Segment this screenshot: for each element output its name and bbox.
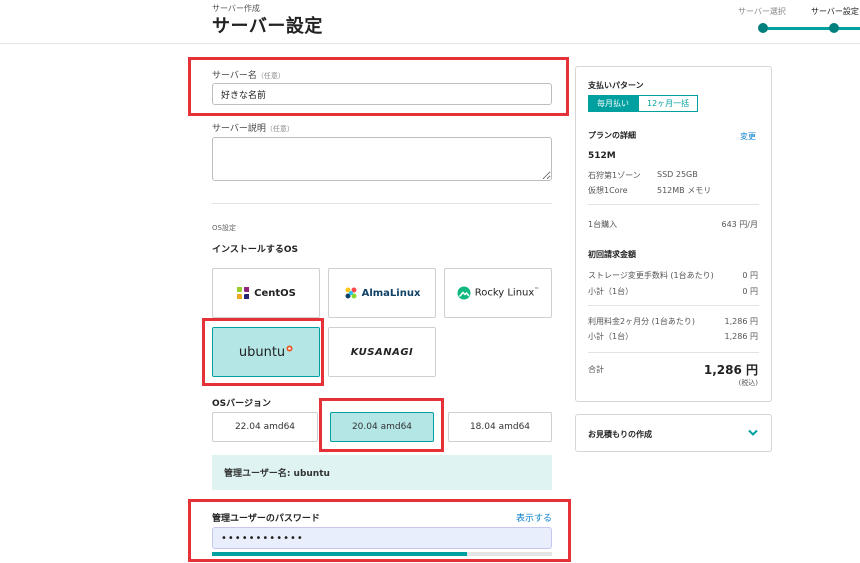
os-card-centos[interactable]: CentOS	[212, 268, 320, 318]
server-desc-label: サーバー説明（任意）	[212, 121, 294, 134]
server-name-optional: （任意）	[256, 72, 285, 80]
total-label: 合計	[588, 365, 604, 374]
usage-fee-value: 1,286 円	[724, 317, 758, 326]
os-card-kusanagi[interactable]: KUSANAGI	[328, 327, 436, 377]
ubuntu-icon	[286, 345, 293, 351]
payment-annual-button[interactable]: 12ヶ月一括	[638, 95, 699, 112]
os-card-rockylinux[interactable]: Rocky Linux™	[444, 268, 552, 318]
purchase-price: 643 円/月	[721, 220, 758, 229]
os-name-rockylinux-text: Rocky Linux	[474, 287, 535, 299]
page-title: サーバー設定	[212, 16, 323, 37]
os-version-18-04[interactable]: 18.04 amd64	[448, 412, 552, 442]
subtotal2-value: 1,286 円	[724, 332, 758, 341]
plan-zone: 石狩第1ゾーン	[588, 171, 641, 180]
chevron-down-icon[interactable]	[748, 429, 758, 437]
os-version-20-04[interactable]: 20.04 amd64	[330, 412, 434, 442]
subtotal1-value: 0 円	[742, 287, 758, 296]
server-name-label-text: サーバー名	[212, 71, 257, 81]
password-strength-meter	[212, 552, 552, 556]
top-bar: サーバー作成 サーバー設定 サーバー選択 サーバー設定	[0, 0, 860, 44]
summary-panel: 支払いパターン 毎月払い 12ヶ月一括 プランの詳細 変更 512M 石狩第1ゾ…	[575, 66, 772, 402]
subtotal1-label: 小計（1台）	[588, 287, 634, 296]
os-name-rockylinux: Rocky Linux™	[475, 287, 540, 298]
divider	[212, 203, 552, 204]
payment-pattern-label: 支払いパターン	[588, 81, 644, 90]
plan-storage: SSD 25GB	[657, 170, 698, 179]
os-name-ubuntu: ubuntu	[238, 344, 286, 360]
panel-divider	[588, 204, 759, 205]
storage-fee-label: ストレージ変更手数料 (1台あたり)	[588, 271, 714, 280]
step-dot-2	[829, 23, 839, 33]
server-desc-textarea[interactable]	[212, 137, 552, 181]
plan-name: 512M	[588, 151, 616, 161]
os-version-22-04[interactable]: 22.04 amd64	[212, 412, 318, 442]
change-plan-link[interactable]: 変更	[740, 131, 756, 142]
tax-note: (税込)	[738, 379, 758, 387]
plan-memory: 512MB メモリ	[657, 186, 712, 195]
os-name-centos: CentOS	[254, 287, 296, 299]
password-label: 管理ユーザーのパスワード	[212, 514, 320, 524]
os-name-kusanagi: KUSANAGI	[350, 346, 414, 358]
install-os-heading: インストールするOS	[212, 245, 298, 255]
panel-divider	[588, 352, 759, 353]
estimate-accordion[interactable]: お見積もりの作成	[575, 414, 772, 452]
estimate-label: お見積もりの作成	[588, 430, 652, 439]
server-desc-optional: （任意）	[265, 125, 294, 133]
password-input[interactable]: ••••••••••••	[212, 527, 552, 549]
show-password-link[interactable]: 表示する	[516, 511, 552, 524]
step-server-settings: サーバー設定	[811, 7, 859, 16]
os-card-ubuntu[interactable]: ubuntu	[212, 327, 320, 377]
storage-fee-value: 0 円	[742, 271, 758, 280]
os-name-almalinux: AlmaLinux	[361, 287, 421, 299]
server-desc-label-text: サーバー説明	[212, 124, 266, 134]
server-name-input[interactable]	[212, 83, 552, 105]
total-value: 1,286 円	[703, 363, 758, 377]
os-version-label: OSバージョン	[212, 399, 271, 409]
plan-details-label: プランの詳細	[588, 131, 636, 140]
almalinux-icon	[345, 287, 357, 299]
usage-fee-label: 利用料金2ヶ月分 (1台あたり)	[588, 317, 695, 326]
server-name-label: サーバー名（任意）	[212, 68, 285, 81]
subtotal2-label: 小計（1台）	[588, 332, 634, 341]
password-strength-fill	[212, 552, 467, 556]
rockylinux-icon	[457, 286, 471, 300]
panel-divider	[588, 305, 759, 306]
payment-monthly-button[interactable]: 毎月払い	[588, 95, 638, 112]
os-card-almalinux[interactable]: AlmaLinux	[328, 268, 436, 318]
initial-billing-label: 初回請求金額	[588, 250, 636, 259]
step-progress-line	[762, 27, 860, 30]
plan-cpu: 仮想1Core	[588, 186, 628, 195]
step-dot-1	[758, 23, 768, 33]
admin-user-name: 管理ユーザー名: ubuntu	[212, 455, 552, 490]
payment-toggle: 毎月払い 12ヶ月一括	[588, 95, 699, 112]
centos-icon	[237, 287, 250, 299]
purchase-label: 1台購入	[588, 220, 618, 229]
step-server-select[interactable]: サーバー選択	[738, 6, 786, 17]
os-section-label: OS設定	[212, 224, 236, 232]
trademark-mark: ™	[534, 287, 540, 294]
